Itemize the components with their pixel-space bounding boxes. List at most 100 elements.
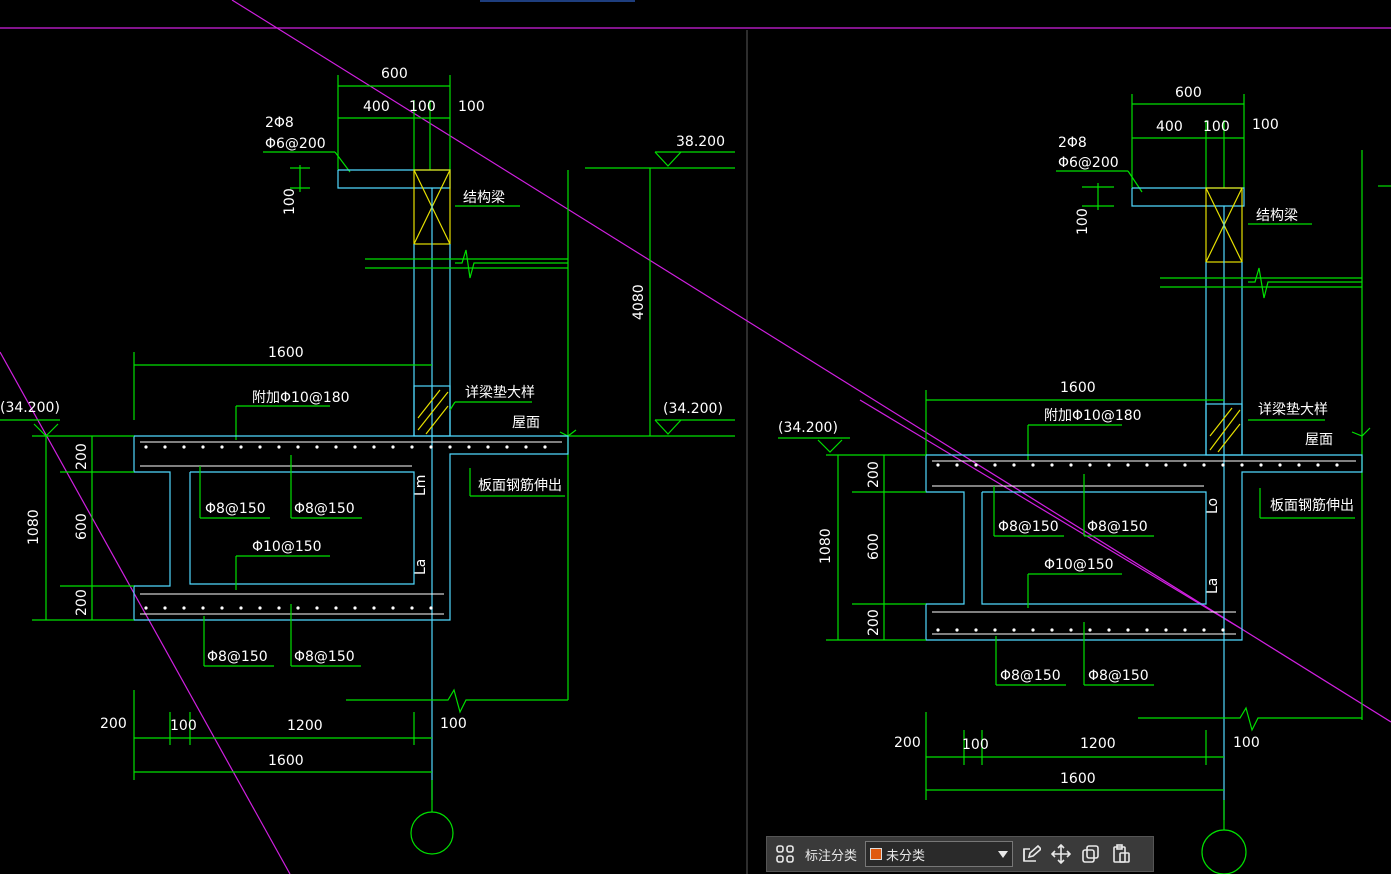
left-level-38200: 38.200 [676, 134, 725, 150]
rebar-dot [163, 606, 167, 610]
left-dim-200a: 200 [74, 443, 90, 470]
right-axis-bubble [1201, 829, 1247, 874]
rebar-dot [220, 445, 224, 449]
rebar-dot [1183, 463, 1187, 467]
left-label-structural-beam: 结构梁 [463, 190, 505, 206]
rebar-dot [1088, 463, 1092, 467]
rebar-dot [1012, 463, 1016, 467]
rebar-dot [1316, 463, 1320, 467]
rebar-dot [467, 445, 471, 449]
rebar-dot [1126, 628, 1130, 632]
right-detail: 600 400 100 100 2Φ8 Φ6@200 100 结构梁 1600 [778, 85, 1391, 874]
paste-icon[interactable] [1109, 842, 1133, 866]
rebar-dot [993, 628, 997, 632]
right-dim-side-100: 100 [1075, 208, 1091, 235]
right-level-34200: (34.200) [778, 420, 838, 436]
rebar-dot [163, 445, 167, 449]
rebar-dot [410, 606, 414, 610]
left-dim-4080: 4080 [631, 284, 647, 320]
chevron-down-icon[interactable] [998, 850, 1009, 858]
rebar-dot [955, 463, 959, 467]
rebar-dot [1335, 463, 1339, 467]
left-label-beam-pad: 详梁垫大样 [465, 385, 535, 401]
rebar-dot [1259, 463, 1263, 467]
rebar-dot [391, 445, 395, 449]
move-icon[interactable] [1049, 842, 1073, 866]
right-label-lo: Lo [1205, 498, 1221, 514]
right-dim-bot-100a: 100 [962, 737, 989, 753]
right-label-added-rebar: 附加Φ10@180 [1044, 408, 1142, 424]
left-label-roof: 屋面 [512, 415, 540, 431]
rebar-dot [182, 606, 186, 610]
rebar-dot [1202, 463, 1206, 467]
right-dim-bot-1200: 1200 [1080, 736, 1116, 752]
rebar-dot [277, 445, 281, 449]
annotation-toolbar: 标注分类 未分类 [766, 836, 1154, 872]
cad-canvas[interactable]: 600 400 100 100 2Φ8 Φ6@200 100 结构梁 38.20… [0, 0, 1391, 874]
left-dim-bot-100b: 100 [440, 716, 467, 732]
left-label-lm: Lm [413, 475, 429, 496]
left-label-phi8-d: Φ8@150 [294, 649, 355, 665]
rebar-dot [1164, 463, 1168, 467]
rebar-dot [1012, 628, 1016, 632]
rebar-dot [1069, 463, 1073, 467]
right-label-structural-beam: 结构梁 [1256, 208, 1298, 224]
left-dim-400: 400 [363, 99, 390, 115]
left-label-la: La [413, 559, 429, 575]
rebar-dot [1240, 463, 1244, 467]
rebar-dot [1031, 628, 1035, 632]
left-dim-200b: 200 [74, 589, 90, 616]
right-dim-1600: 1600 [1060, 380, 1096, 396]
rebar-dot [144, 445, 148, 449]
rebar-dot [936, 628, 940, 632]
right-label-beam-pad: 详梁垫大样 [1258, 402, 1328, 418]
right-label-phi10: Φ10@150 [1044, 557, 1114, 573]
rebar-dot [955, 628, 959, 632]
rebar-dot [1050, 628, 1054, 632]
category-select-value: 未分类 [886, 847, 926, 863]
left-dim-bot-1600: 1600 [268, 753, 304, 769]
rebar-dot [277, 606, 281, 610]
category-color-swatch [870, 848, 883, 860]
right-dim-600: 600 [1175, 85, 1202, 101]
rebar-dot [1202, 628, 1206, 632]
diagonal-axis-line-3 [859, 399, 1241, 629]
rebar-dot [315, 445, 319, 449]
category-select[interactable]: 未分类 [865, 841, 1014, 867]
grid-icon[interactable] [773, 842, 797, 866]
rebar-dot [1050, 463, 1054, 467]
rebar-dot [220, 606, 224, 610]
edit-icon[interactable] [1019, 842, 1043, 866]
right-label-phi8-d: Φ8@150 [1088, 668, 1149, 684]
right-label-2phi8: 2Φ8 [1058, 135, 1087, 151]
rebar-dot [1278, 463, 1282, 467]
rebar-dot [315, 606, 319, 610]
right-label-phi8-a: Φ8@150 [998, 519, 1059, 535]
right-dim-100b: 100 [1252, 117, 1279, 133]
copy-icon[interactable] [1079, 842, 1103, 866]
rebar-dot [296, 445, 300, 449]
right-dim-bot-1600: 1600 [1060, 771, 1096, 787]
left-dim-bot-200: 200 [100, 716, 127, 732]
rebar-dot [543, 445, 547, 449]
left-level-34200-left: (34.200) [0, 400, 60, 416]
rebar-dot [1221, 463, 1225, 467]
rebar-dot [182, 445, 186, 449]
left-level-34200-right: (34.200) [663, 401, 723, 417]
left-axis-bubble [410, 811, 454, 855]
rebar-dot [353, 606, 357, 610]
left-dim-bot-100a: 100 [170, 718, 197, 734]
rebar-dot [258, 606, 262, 610]
rebar-dot [353, 445, 357, 449]
rebar-dot [239, 606, 243, 610]
right-label-la: La [1205, 578, 1221, 594]
rebar-dot [448, 445, 452, 449]
rebar-dot [1145, 628, 1149, 632]
right-dim-400: 400 [1156, 119, 1183, 135]
rebar-dot [974, 463, 978, 467]
rebar-dot [1145, 463, 1149, 467]
rebar-dot [1107, 463, 1111, 467]
rebar-dot [974, 628, 978, 632]
left-label-added-rebar: 附加Φ10@180 [252, 390, 350, 406]
left-label-phi6: Φ6@200 [265, 136, 326, 152]
